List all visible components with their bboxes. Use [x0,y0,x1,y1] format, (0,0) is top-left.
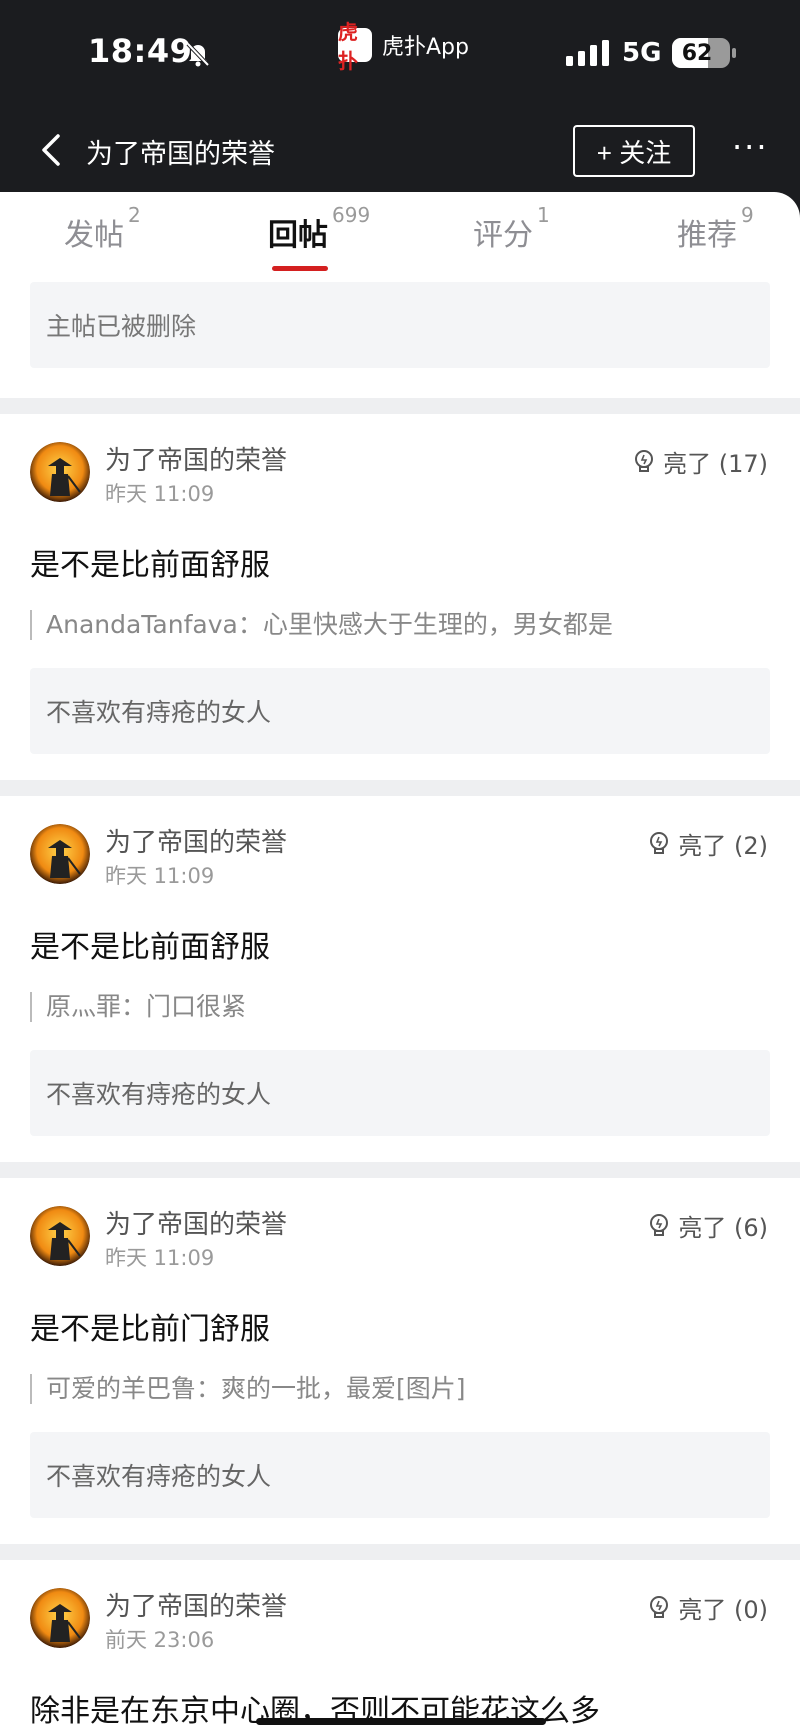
avatar[interactable] [30,824,90,884]
avatar[interactable] [30,1206,90,1266]
nav-bar: 为了帝国的荣誉 + 关注 ··· [0,110,800,192]
home-indicator[interactable] [256,1718,546,1725]
quoted-reply[interactable]: AnandaTanfava：心里快感大于生理的，男女都是 [30,610,613,640]
post-time: 昨天 11:09 [105,1246,215,1270]
divider [0,1544,800,1560]
like-count: 亮了 (17) [663,450,768,478]
quote-text: ：门口很紧 [121,992,247,1021]
quote-text: ：心里快感大于生理的，男女都是 [237,610,613,639]
post-time: 昨天 11:09 [105,482,215,506]
tab-label: 推荐 [677,218,737,253]
reply-text: 是不是比前面舒服 [30,930,270,965]
tab-label: 回帖 [268,218,328,253]
status-bar: 18:49 虎扑 虎扑App 5G 62 [0,0,800,110]
signal-icon [566,40,609,66]
quoted-reply[interactable]: 原灬罪：门口很紧 [30,992,246,1022]
follow-button[interactable]: + 关注 [573,125,695,177]
reply-text: 是不是比前门舒服 [30,1312,270,1347]
active-tab-indicator [272,266,328,271]
battery-icon: 62 [672,38,730,68]
avatar[interactable] [30,442,90,502]
avatar[interactable] [30,1588,90,1648]
battery-cap [732,48,736,58]
back-chevron-icon[interactable] [38,132,66,168]
like-button[interactable]: 亮了 (17) [633,444,768,479]
username[interactable]: 为了帝国的荣誉 [105,822,287,859]
lightbulb-icon [635,449,654,472]
tab-count: 9 [741,203,754,227]
tab-label: 评分 [473,218,533,253]
deleted-post-notice: 主帖已被删除 [30,282,770,368]
battery-level: 62 [681,40,713,66]
like-button[interactable]: 亮了 (6) [648,1208,768,1243]
reply-item[interactable]: 为了帝国的荣誉 昨天 11:09 亮了 (2) 是不是比前面舒服 原灬罪：门口很… [0,796,800,1156]
quote-text: ：爽的一批，最爱[图片] [196,1374,466,1403]
samurai-avatar-icon [30,1206,90,1266]
tab-replies[interactable]: 回帖699 [268,203,370,254]
network-type: 5G [622,38,662,68]
content-area: 发帖2 回帖699 评分1 推荐9 主帖已被删除 为了帝国的荣誉 昨天 11:0… [0,192,800,1734]
app-logo: 虎扑 [338,20,372,73]
page-title: 为了帝国的荣誉 [86,139,275,170]
lightbulb-icon [650,1595,669,1618]
tab-ratings[interactable]: 评分1 [473,203,550,254]
username[interactable]: 为了帝国的荣誉 [105,440,287,477]
lightbulb-icon [650,1213,669,1236]
post-time: 昨天 11:09 [105,864,215,888]
username[interactable]: 为了帝国的荣誉 [105,1204,287,1241]
more-options-icon[interactable]: ··· [732,128,769,166]
like-button[interactable]: 亮了 (0) [648,1590,768,1625]
reply-reference[interactable]: 不喜欢有痔疮的女人 [30,1432,770,1518]
tab-count: 1 [537,203,550,227]
reply-text: 是不是比前面舒服 [30,548,270,583]
samurai-avatar-icon [30,1588,90,1648]
app-indicator[interactable]: 虎扑 虎扑App [338,20,469,73]
post-time: 前天 23:06 [105,1628,215,1652]
tab-recommend[interactable]: 推荐9 [677,203,754,254]
like-count: 亮了 (6) [678,1214,768,1242]
status-time: 18:49 [88,32,193,70]
tab-bar: 发帖2 回帖699 评分1 推荐9 [0,192,800,278]
tab-posts[interactable]: 发帖2 [64,203,141,254]
like-count: 亮了 (2) [678,832,768,860]
reply-item[interactable]: 为了帝国的荣誉 昨天 11:09 亮了 (17) 是不是比前面舒服 Ananda… [0,414,800,774]
like-count: 亮了 (0) [678,1596,768,1624]
quote-author: 可爱的羊巴鲁 [46,1374,197,1403]
divider [0,780,800,796]
samurai-avatar-icon [30,442,90,502]
reply-reference[interactable]: 不喜欢有痔疮的女人 [30,1050,770,1136]
app-name: 虎扑App [382,35,469,60]
username[interactable]: 为了帝国的荣誉 [105,1586,287,1623]
bell-muted-icon [186,42,210,67]
divider [0,398,800,414]
samurai-avatar-icon [30,824,90,884]
reply-reference[interactable]: 不喜欢有痔疮的女人 [30,668,770,754]
tab-count: 699 [332,203,371,227]
quote-author: 原灬罪 [46,992,122,1021]
lightbulb-icon [650,831,669,854]
tab-count: 2 [128,203,141,227]
quoted-reply[interactable]: 可爱的羊巴鲁：爽的一批，最爱[图片] [30,1374,466,1404]
like-button[interactable]: 亮了 (2) [648,826,768,861]
quote-author: AnandaTanfava [46,610,238,639]
reply-item[interactable]: 为了帝国的荣誉 前天 23:06 亮了 (0) 除非是在东京中心圈，否则不可能花… [0,1560,800,1734]
tab-label: 发帖 [64,218,124,253]
divider [0,1162,800,1178]
reply-item[interactable]: 为了帝国的荣誉 昨天 11:09 亮了 (6) 是不是比前门舒服 可爱的羊巴鲁：… [0,1178,800,1538]
